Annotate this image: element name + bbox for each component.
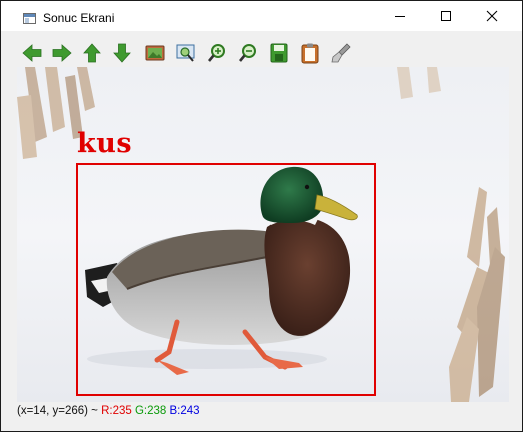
zoom-in-button[interactable] [203, 39, 231, 67]
detection-label: kus [77, 128, 133, 159]
close-icon [486, 10, 498, 22]
zoom-window-icon [176, 44, 195, 62]
minimize-icon [395, 16, 405, 17]
forward-button[interactable] [48, 39, 76, 67]
down-button[interactable] [108, 39, 136, 67]
up-button[interactable] [78, 39, 106, 67]
green-value: G:238 [134, 405, 167, 417]
fit-image-button[interactable] [141, 39, 169, 67]
clear-button[interactable] [327, 39, 355, 67]
cursor-coords: (x=14, y=266) ~ [17, 405, 102, 417]
toolbar [17, 39, 508, 67]
minimize-button[interactable] [377, 1, 423, 31]
title-bar[interactable]: Sonuc Ekrani [1, 1, 522, 31]
image-canvas[interactable]: kus [17, 67, 509, 402]
save-icon [270, 43, 288, 63]
clipboard-icon [301, 43, 319, 64]
red-value: R:235 [101, 405, 132, 417]
brush-icon [331, 43, 351, 63]
save-button[interactable] [265, 39, 293, 67]
status-bar: (x=14, y=266) ~ R:235 G:238 B:243 [17, 402, 508, 420]
zoom-out-icon [238, 44, 256, 62]
zoom-window-button[interactable] [172, 39, 200, 67]
window-title: Sonuc Ekrani [43, 11, 115, 25]
arrow-up-icon [83, 43, 101, 63]
maximize-button[interactable] [423, 1, 469, 31]
zoom-in-icon [207, 44, 225, 62]
result-window: Sonuc Ekrani kus (x=14, y=266) ~ R:235 G… [0, 0, 523, 432]
zoom-out-button[interactable] [234, 39, 262, 67]
maximize-icon [441, 11, 451, 21]
arrow-right-icon [52, 44, 72, 62]
image-icon [145, 45, 165, 61]
arrow-left-icon [22, 44, 42, 62]
blue-value: B:243 [169, 405, 200, 417]
detection-box [76, 163, 376, 396]
back-button[interactable] [18, 39, 46, 67]
app-icon [23, 13, 36, 24]
close-button[interactable] [469, 1, 515, 31]
arrow-down-icon [113, 43, 131, 63]
copy-button[interactable] [296, 39, 324, 67]
